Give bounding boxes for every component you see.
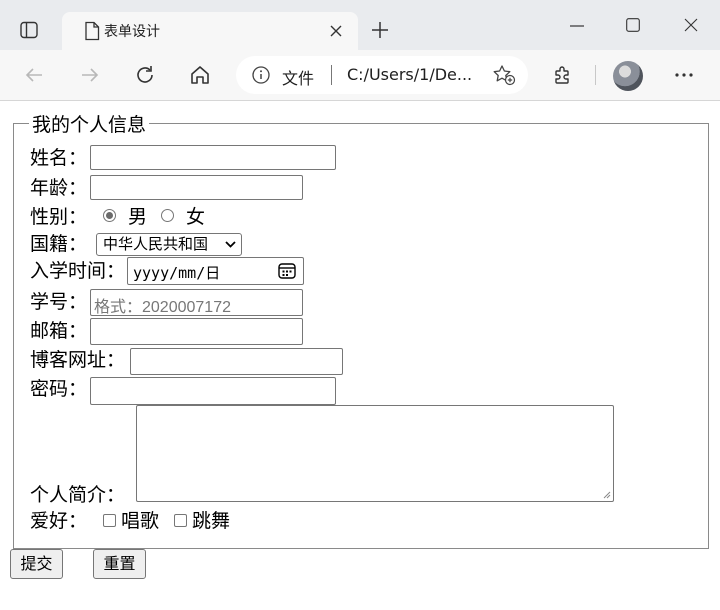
student-id-label: 学号： xyxy=(30,291,88,313)
tab-title: 表单设计 xyxy=(104,24,160,40)
hobby-checkbox-dancing[interactable] xyxy=(174,514,187,527)
browser-tab[interactable]: 表单设计 xyxy=(62,12,358,50)
maximize-icon[interactable] xyxy=(626,18,640,32)
submit-button[interactable]: 提交 xyxy=(10,549,63,579)
student-id-placeholder: 格式：2020007172 xyxy=(94,299,231,316)
gender-option-male: 男 xyxy=(128,206,148,228)
address-bar[interactable]: 文件 C:/Users/1/De... xyxy=(236,56,528,94)
address-divider xyxy=(331,65,332,85)
minimize-icon[interactable] xyxy=(570,25,584,27)
url-text[interactable]: C:/Users/1/De... xyxy=(347,65,472,84)
gender-radio-male[interactable] xyxy=(103,209,116,222)
bio-label: 个人简介： xyxy=(30,484,126,506)
enroll-date-input[interactable]: yyyy/mm/日 xyxy=(127,257,304,285)
gender-label: 性别： xyxy=(30,206,88,228)
gender-radio-female[interactable] xyxy=(161,209,174,222)
toolbar-divider xyxy=(595,65,596,85)
resize-grip-icon[interactable] xyxy=(601,489,611,499)
blog-url-label: 博客网址： xyxy=(30,349,126,371)
more-menu-icon[interactable] xyxy=(675,73,693,77)
name-label: 姓名： xyxy=(30,147,88,169)
age-label: 年龄： xyxy=(30,177,88,199)
new-tab-icon[interactable] xyxy=(370,20,390,40)
refresh-icon[interactable] xyxy=(134,64,156,86)
extensions-icon[interactable] xyxy=(552,64,574,86)
nationality-select[interactable]: 中华人民共和国 xyxy=(96,233,242,256)
reset-button[interactable]: 重置 xyxy=(93,549,146,579)
enroll-date-label: 入学时间： xyxy=(30,260,126,282)
home-icon[interactable] xyxy=(189,64,211,86)
scheme-label: 文件 xyxy=(282,69,315,88)
profile-avatar[interactable] xyxy=(613,61,643,91)
student-id-input[interactable]: 格式：2020007172 xyxy=(90,289,303,316)
password-label: 密码： xyxy=(30,378,88,400)
hobby-option-dancing: 跳舞 xyxy=(192,510,231,532)
close-window-icon[interactable] xyxy=(684,18,698,32)
back-icon[interactable] xyxy=(24,65,44,85)
email-input[interactable] xyxy=(90,318,303,345)
name-input[interactable] xyxy=(90,145,336,170)
document-icon xyxy=(84,21,100,41)
page-content: 我的个人信息 姓名： 年龄： 性别： 男 女 国籍： 中华人民共和国 入学时间：… xyxy=(0,101,720,610)
enroll-date-placeholder: yyyy/mm/日 xyxy=(133,264,221,282)
add-favorite-icon[interactable] xyxy=(492,64,516,86)
hobbies-label: 爱好： xyxy=(30,510,88,532)
blog-url-input[interactable] xyxy=(130,348,343,375)
age-input[interactable] xyxy=(90,175,303,200)
password-input[interactable] xyxy=(90,377,336,405)
close-tab-icon[interactable] xyxy=(330,25,342,37)
info-icon[interactable] xyxy=(252,66,270,84)
bio-textarea[interactable] xyxy=(136,405,614,502)
email-label: 邮箱： xyxy=(30,320,88,342)
hobby-checkbox-singing[interactable] xyxy=(103,514,116,527)
fieldset-legend: 我的个人信息 xyxy=(29,113,150,137)
forward-icon[interactable] xyxy=(80,65,100,85)
hobby-option-singing: 唱歌 xyxy=(121,510,160,532)
calendar-icon[interactable] xyxy=(278,262,296,279)
nationality-selected-value: 中华人民共和国 xyxy=(103,235,209,253)
chevron-down-icon xyxy=(225,241,236,248)
sidebar-toggle-icon[interactable] xyxy=(20,21,38,39)
gender-option-female: 女 xyxy=(186,206,206,228)
nationality-label: 国籍： xyxy=(30,233,88,255)
